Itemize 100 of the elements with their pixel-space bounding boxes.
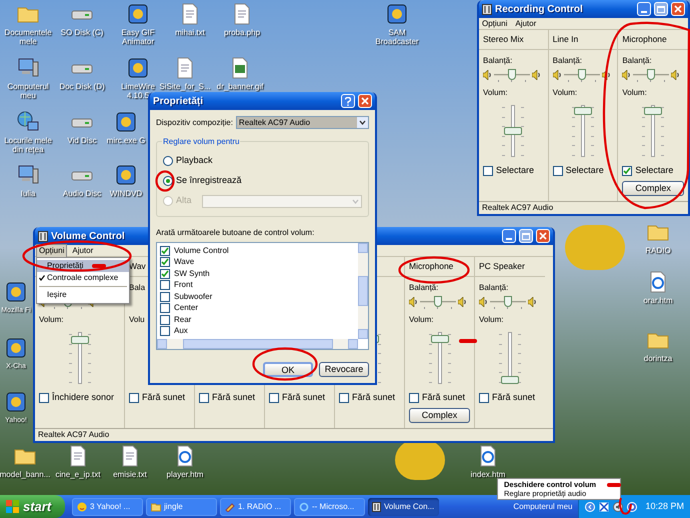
balance-slider[interactable] (564, 68, 600, 82)
checkbox[interactable] (160, 314, 170, 325)
menu-option[interactable]: Ieșire (37, 289, 129, 301)
slider-thumb[interactable] (644, 106, 662, 115)
radio-button[interactable] (163, 156, 173, 166)
program-icon[interactable] (4, 280, 28, 304)
checkbox[interactable] (160, 257, 170, 268)
checkbox[interactable] (339, 393, 349, 403)
balance-slider[interactable] (633, 68, 670, 82)
checkbox[interactable] (199, 393, 209, 403)
help-button[interactable] (341, 94, 355, 108)
slider-thumb[interactable] (430, 334, 448, 343)
checkbox[interactable] (160, 268, 170, 279)
annotation-circle (398, 256, 470, 284)
maximize-button[interactable] (519, 229, 533, 243)
slider-thumb[interactable] (504, 296, 512, 307)
checkbox[interactable] (39, 393, 49, 403)
checkbox[interactable] (552, 166, 563, 176)
complex-button[interactable]: Complex (409, 408, 470, 423)
window-title: Recording Control (495, 2, 583, 16)
taskbar-button[interactable]: jingle (146, 498, 217, 516)
checkbox[interactable] (483, 166, 493, 176)
balance-slider[interactable] (490, 295, 526, 309)
taskbar-button[interactable]: 1. RADIO ... (220, 498, 291, 516)
slider-thumb[interactable] (434, 296, 442, 307)
icon-label: proba.php (224, 28, 260, 37)
radio-button[interactable] (163, 176, 173, 186)
program-icon[interactable] (114, 163, 138, 187)
icon-label: RADIO (645, 246, 671, 255)
minimize-button[interactable] (502, 229, 516, 243)
program-icon[interactable] (126, 2, 150, 26)
checkbox[interactable] (129, 393, 139, 403)
volume-slider[interactable] (640, 103, 666, 159)
slider-thumb[interactable] (508, 69, 516, 80)
program-icon[interactable] (4, 336, 28, 360)
volume-slider[interactable] (426, 330, 452, 386)
program-icon[interactable] (385, 2, 409, 26)
close-button[interactable] (358, 94, 372, 108)
program-icon[interactable] (114, 110, 138, 134)
program-icon[interactable] (4, 390, 28, 414)
icon-label: Easy GIF Animator (120, 28, 156, 46)
cancel-button[interactable]: Revocare (319, 362, 369, 377)
scroll-left-icon (157, 339, 167, 349)
radio-label: Se înregistrează (176, 174, 242, 188)
slider-thumb[interactable] (647, 69, 656, 80)
ok-button[interactable]: OK (263, 362, 313, 377)
checkbox[interactable] (160, 326, 170, 336)
taskbar-button[interactable]: 3 Yahoo! ... (72, 498, 143, 516)
device-select[interactable]: Realtek AC97 Audio (236, 116, 369, 129)
complex-button[interactable]: Complex (622, 181, 684, 196)
checkbox-label: Fără sunet (352, 391, 396, 404)
horizontal-scrollbar[interactable] (157, 339, 358, 349)
menu-item[interactable]: Opțiuni (482, 18, 508, 30)
checkbox[interactable] (409, 393, 419, 403)
volume-slider[interactable] (66, 330, 92, 386)
close-icon (674, 5, 682, 13)
checkbox[interactable] (160, 292, 170, 302)
slider-thumb[interactable] (504, 127, 522, 135)
close-button[interactable] (536, 229, 550, 243)
icon-label: Computerul meu (6, 82, 50, 100)
checkbox[interactable] (622, 166, 632, 176)
volume-slider[interactable] (500, 103, 526, 159)
taskbar-button[interactable]: Volume Con... (368, 498, 439, 516)
mixer-icon (372, 502, 381, 512)
volume-label: Volum: (552, 87, 578, 99)
annotation-mark (607, 483, 621, 487)
vertical-scrollbar[interactable] (358, 243, 368, 339)
balance-slider[interactable] (420, 295, 456, 309)
icon-label: model_bann... (0, 470, 50, 479)
checkbox[interactable] (269, 393, 279, 403)
taskbar-button[interactable]: -- Microso... (294, 498, 365, 516)
speaker-icon (458, 297, 467, 307)
maximize-button[interactable] (654, 2, 668, 16)
balance-slider[interactable] (494, 68, 530, 82)
volume-slider[interactable] (497, 330, 523, 386)
start-button[interactable]: start (0, 495, 65, 518)
menu-option[interactable]: Controale complexe (37, 272, 129, 284)
checkbox[interactable] (160, 280, 170, 290)
list-item-label: Rear (174, 314, 192, 326)
network-icon[interactable] (599, 502, 610, 512)
list-label: Arată următoarele butoane de control volum: (156, 227, 316, 239)
checkbox[interactable] (479, 393, 489, 403)
annotation-mark (92, 264, 106, 268)
program-icon[interactable] (126, 56, 150, 80)
minimize-button[interactable] (637, 2, 651, 16)
slider-thumb[interactable] (578, 69, 586, 80)
checkbox[interactable] (160, 303, 170, 314)
slider-thumb[interactable] (70, 336, 88, 344)
slider-thumb[interactable] (574, 106, 592, 115)
scroll-thumb-icon (182, 339, 332, 349)
speaker-icon (532, 70, 541, 80)
menu-item[interactable]: Ajutor (69, 244, 96, 258)
icon-label: player.htm (166, 470, 204, 479)
radio-label: Alta (176, 194, 192, 208)
volume-slider[interactable] (570, 103, 596, 159)
menu-item[interactable]: Ajutor (515, 18, 536, 30)
smiley-icon (77, 502, 87, 512)
checkbox[interactable] (160, 246, 170, 256)
slider-thumb[interactable] (501, 376, 519, 384)
close-button[interactable] (671, 2, 685, 16)
